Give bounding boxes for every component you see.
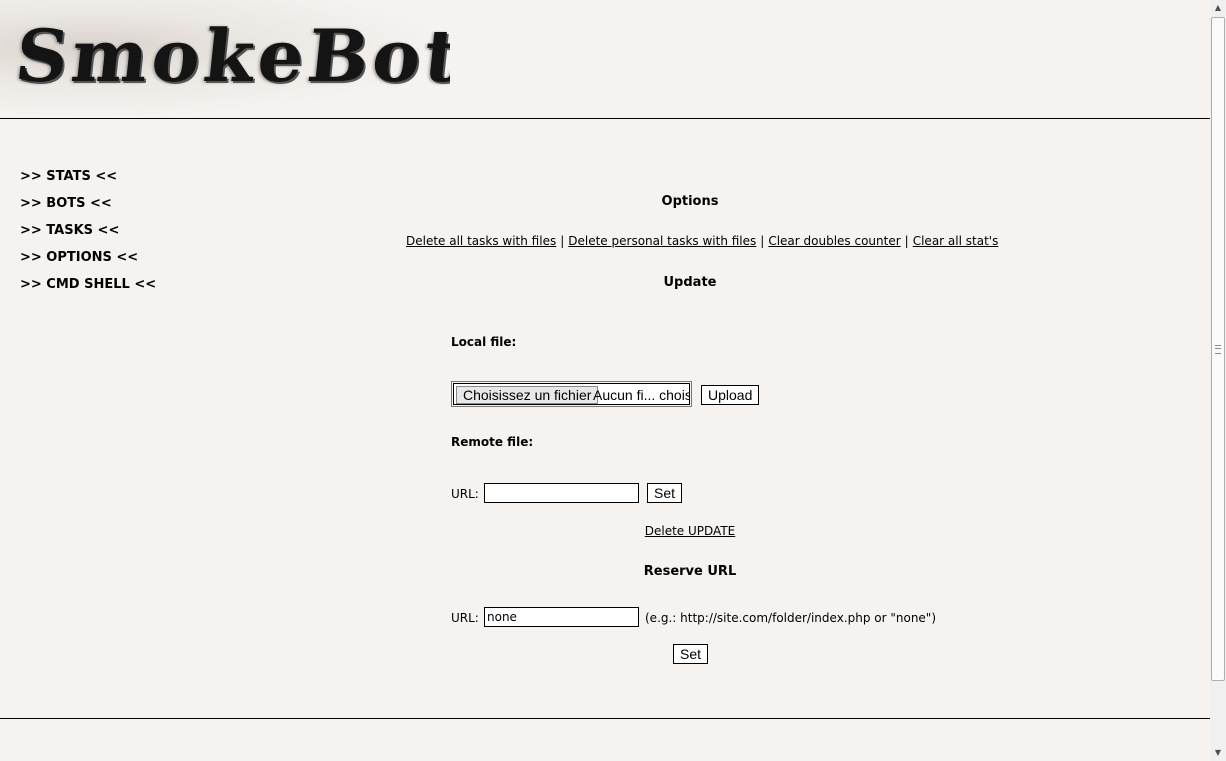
scroll-down-icon[interactable]: ▼ xyxy=(1210,745,1226,761)
options-title: Options xyxy=(661,194,719,209)
sidebar-menu: >> STATS << >> BOTS << >> TASKS << >> OP… xyxy=(20,169,156,304)
file-status: Aucun fi... choisi xyxy=(593,387,689,403)
footer-divider xyxy=(0,718,1210,719)
menu-item-cmd-shell[interactable]: >> CMD SHELL << xyxy=(20,277,156,304)
remote-file-label: Remote file: xyxy=(451,435,534,449)
reserve-url-title: Reserve URL xyxy=(643,564,737,579)
choose-file-button[interactable]: Choisissez un fichier xyxy=(456,386,599,404)
header: SmokeBot xyxy=(0,0,1210,119)
link-separator: | xyxy=(760,234,765,248)
menu-item-stats[interactable]: >> STATS << xyxy=(20,169,156,196)
options-links: Delete all tasks with files | Delete perso… xyxy=(406,234,998,248)
vertical-scrollbar[interactable]: ▲ ▼ xyxy=(1210,0,1226,761)
delete-update-link[interactable]: Delete UPDATE xyxy=(645,524,735,538)
scrollbar-thumb[interactable] xyxy=(1211,17,1225,681)
file-input[interactable]: Choisissez un fichier Aucun fi... choisi xyxy=(451,381,692,407)
reserve-url-input[interactable] xyxy=(484,607,639,627)
page: SmokeBot >> STATS << >> BOTS << >> TASKS… xyxy=(0,0,1210,761)
menu-item-options[interactable]: >> OPTIONS << xyxy=(20,250,156,277)
delete-update-wrap: Delete UPDATE xyxy=(400,524,980,538)
clear-all-stats-link[interactable]: Clear all stat's xyxy=(913,234,999,248)
remote-set-button[interactable]: Set xyxy=(647,483,683,503)
remote-url-input[interactable] xyxy=(484,483,639,503)
scroll-up-icon[interactable]: ▲ xyxy=(1210,0,1226,16)
delete-personal-tasks-link[interactable]: Delete personal tasks with files xyxy=(568,234,756,248)
logo-text: SmokeBot xyxy=(11,13,450,98)
smokebot-logo: SmokeBot xyxy=(0,0,450,118)
link-separator: | xyxy=(560,234,565,248)
local-file-label: Local file: xyxy=(451,335,517,349)
menu-item-bots[interactable]: >> BOTS << xyxy=(20,196,156,223)
upload-button[interactable]: Upload xyxy=(701,385,760,405)
reserve-url-hint: (e.g.: http://site.com/folder/index.php … xyxy=(645,611,937,625)
remote-url-label: URL: xyxy=(451,487,479,501)
update-title: Update xyxy=(663,275,717,290)
reserve-set-button[interactable]: Set xyxy=(673,644,709,664)
link-separator: | xyxy=(904,234,909,248)
clear-doubles-counter-link[interactable]: Clear doubles counter xyxy=(768,234,900,248)
delete-all-tasks-link[interactable]: Delete all tasks with files xyxy=(406,234,556,248)
menu-item-tasks[interactable]: >> TASKS << xyxy=(20,223,156,250)
reserve-url-label: URL: xyxy=(451,611,479,625)
grip-icon xyxy=(1215,345,1221,354)
